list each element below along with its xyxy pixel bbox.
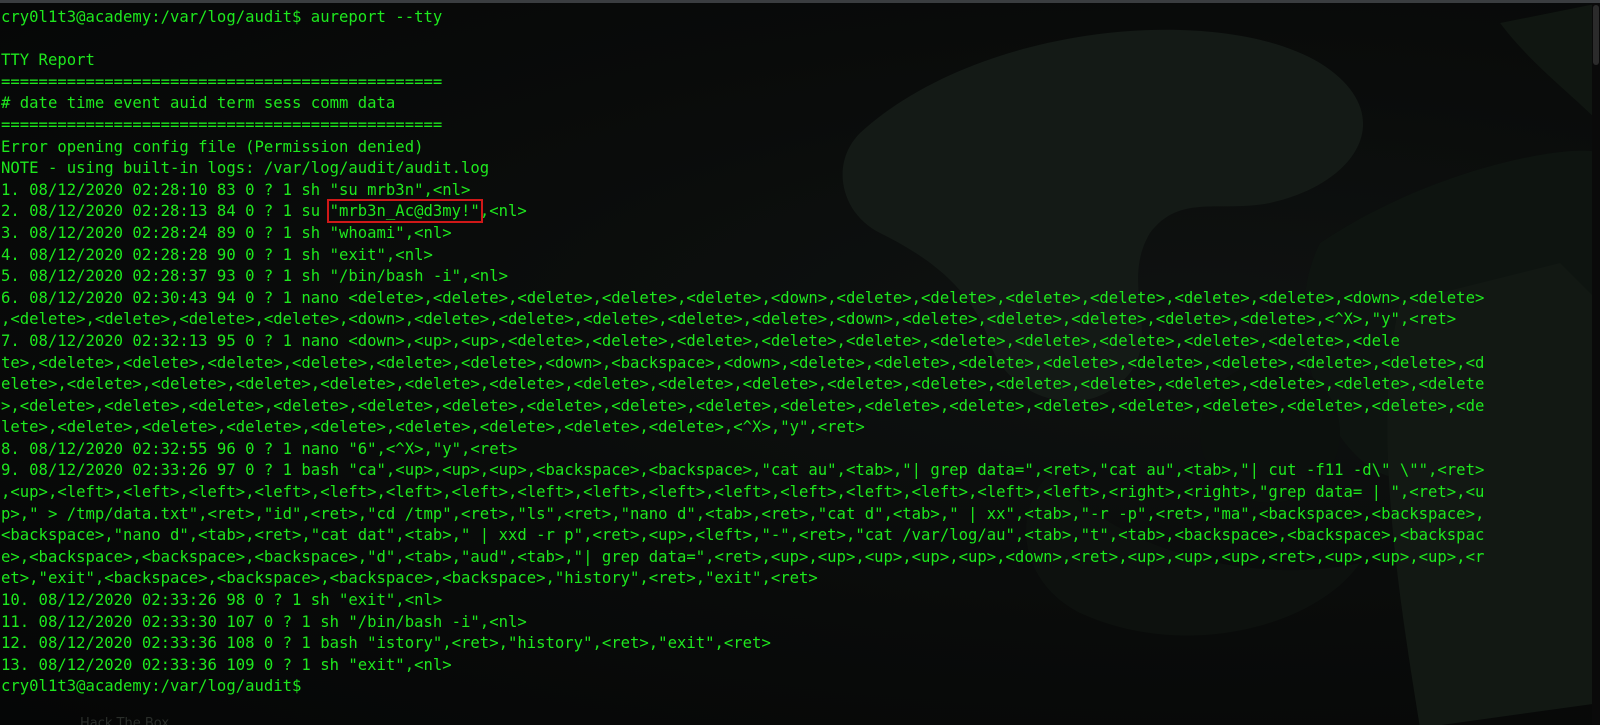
tty-row-3: 3. 08/12/2020 02:28:24 89 0 ? 1 sh "whoa… xyxy=(1,223,452,242)
report-title: TTY Report xyxy=(1,51,95,70)
tty-row-5: 5. 08/12/2020 02:28:37 93 0 ? 1 sh "/bin… xyxy=(1,267,508,286)
terminal-window[interactable]: cry0l1t3@academy:/var/log/audit$ aurepor… xyxy=(0,0,1600,725)
background-label: Hack The Box xyxy=(80,716,170,725)
tty-row-9-line: <backspace>,"nano d",<tab>,<ret>,"cat da… xyxy=(1,526,1485,545)
tty-row-9-line: et>,"exit",<backspace>,<backspace>,<back… xyxy=(1,569,818,588)
tty-row-6-line: 6. 08/12/2020 02:30:43 94 0 ? 1 nano <de… xyxy=(1,288,1485,307)
tty-row-9-line: p>," > /tmp/data.txt",<ret>,"id",<ret>,"… xyxy=(1,504,1485,523)
tty-row-9-line: e>,<backspace>,<backspace>,<backspace>,"… xyxy=(1,547,1485,566)
tty-row-9-line: 9. 08/12/2020 02:33:26 97 0 ? 1 bash "ca… xyxy=(1,461,1485,480)
separator-line: ========================================… xyxy=(1,115,443,134)
tty-row-2-suffix: ,<nl> xyxy=(479,202,527,221)
tty-row-4: 4. 08/12/2020 02:28:28 90 0 ? 1 sh "exit… xyxy=(1,245,433,264)
scrollbar-thumb[interactable] xyxy=(1593,5,1599,65)
tty-row-2-prefix: 2. 08/12/2020 02:28:13 84 0 ? 1 su xyxy=(1,202,330,221)
shell-prompt: cry0l1t3@academy:/var/log/audit$ xyxy=(1,677,302,696)
tty-row-2: 2. 08/12/2020 02:28:13 84 0 ? 1 su "mrb3… xyxy=(1,199,1484,224)
prompt-line[interactable]: cry0l1t3@academy:/var/log/audit$ xyxy=(1,676,1484,698)
scrollbar[interactable] xyxy=(1592,3,1600,725)
tty-row-12: 12. 08/12/2020 02:33:36 108 0 ? 1 bash "… xyxy=(1,634,771,653)
tty-row-7-line: elete>,<delete>,<delete>,<delete>,<delet… xyxy=(1,375,1485,394)
tty-row-11: 11. 08/12/2020 02:33:30 107 0 ? 1 sh "/b… xyxy=(1,612,527,631)
tty-row-7-line: >,<delete>,<delete>,<delete>,<delete>,<d… xyxy=(1,396,1485,415)
text-cursor xyxy=(301,677,310,694)
tty-row-7-line: lete>,<delete>,<delete>,<delete>,<delete… xyxy=(1,418,865,437)
column-header: # date time event auid term sess comm da… xyxy=(1,94,396,113)
error-line: Error opening config file (Permission de… xyxy=(1,137,424,156)
tty-row-7-line: 7. 08/12/2020 02:32:13 95 0 ? 1 nano <do… xyxy=(1,331,1400,350)
highlighted-password: "mrb3n_Ac@d3my!" xyxy=(326,199,483,224)
tty-row-10: 10. 08/12/2020 02:33:26 98 0 ? 1 sh "exi… xyxy=(1,591,443,610)
command-line: cry0l1t3@academy:/var/log/audit$ aurepor… xyxy=(1,8,443,26)
note-line: NOTE - using built-in logs: /var/log/aud… xyxy=(1,159,490,178)
tty-row-8: 8. 08/12/2020 02:32:55 96 0 ? 1 nano "6"… xyxy=(1,439,518,458)
tty-row-6-line: ,<delete>,<delete>,<delete>,<delete>,<do… xyxy=(1,310,1457,329)
terminal-output: cry0l1t3@academy:/var/log/audit$ aurepor… xyxy=(1,7,1484,698)
tty-row-9-line: ,<up>,<left>,<left>,<left>,<left>,<left>… xyxy=(1,483,1485,502)
separator-line: ========================================… xyxy=(1,72,443,91)
tty-row-7-line: te>,<delete>,<delete>,<delete>,<delete>,… xyxy=(1,353,1485,372)
tty-row-1: 1. 08/12/2020 02:28:10 83 0 ? 1 sh "su m… xyxy=(1,180,471,199)
tty-row-13: 13. 08/12/2020 02:33:36 109 0 ? 1 sh "ex… xyxy=(1,655,452,674)
